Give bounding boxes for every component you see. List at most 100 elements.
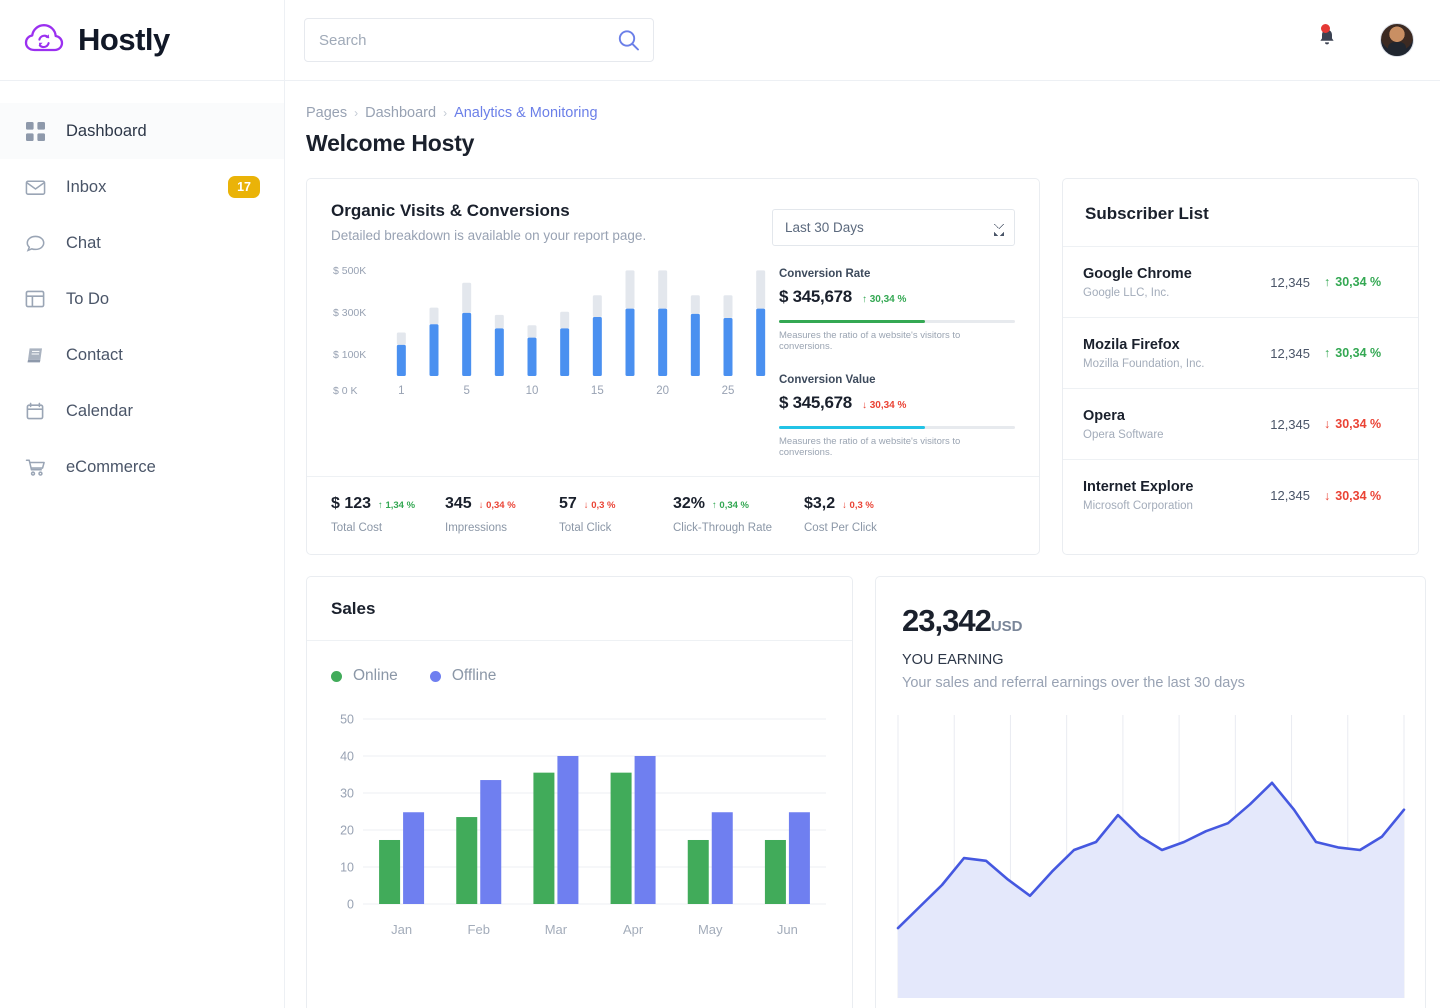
avatar[interactable] <box>1380 23 1414 57</box>
metric-delta: ↓ 30,34 % <box>861 400 907 411</box>
brand-name: Hostly <box>78 22 170 57</box>
arrow-down-icon: ↓ <box>478 500 484 511</box>
x-tick-label: 25 <box>722 385 735 397</box>
bar-segment-remaining <box>756 270 766 309</box>
organic-card-subtitle: Detailed breakdown is available on your … <box>331 228 647 243</box>
breadcrumb-item-dashboard[interactable]: Dashboard <box>365 105 436 121</box>
x-tick-label: 20 <box>656 385 669 397</box>
sidebar-item-inbox[interactable]: Inbox 17 <box>0 159 284 215</box>
bar-segment-remaining <box>560 311 570 329</box>
metric-label: Conversion Rate <box>779 268 871 280</box>
x-tick-label: Jun <box>777 922 798 937</box>
y-tick-label: 10 <box>340 861 354 875</box>
earnings-area-fill <box>898 782 1404 998</box>
conversion-value-metric: Conversion Value $ 345,678 ↓ 30,34 % Mea… <box>779 374 1015 458</box>
breadcrumb-item-current[interactable]: Analytics & Monitoring <box>454 105 597 121</box>
sidebar: Hostly Dashboard Inbox 17 Chat To Do Con… <box>0 0 285 1008</box>
table-row[interactable]: Mozila Firefox Mozilla Foundation, Inc. … <box>1063 318 1418 389</box>
x-tick-label: Apr <box>623 922 644 937</box>
book-icon <box>22 342 48 368</box>
bar-segment-remaining <box>396 332 406 345</box>
bar-offline <box>403 812 425 904</box>
breadcrumb: Pages › Dashboard › Analytics & Monitori… <box>306 105 1419 121</box>
bar-online <box>610 772 632 904</box>
bar-segment-remaining <box>625 270 635 309</box>
x-tick-label: Feb <box>468 922 490 937</box>
sales-header: Sales <box>307 577 852 641</box>
subscriber-org: Google LLC, Inc. <box>1083 286 1170 299</box>
envelope-icon <box>22 174 48 200</box>
metric-progress-fill <box>779 426 926 429</box>
sidebar-item-chat[interactable]: Chat <box>0 215 284 271</box>
subscriber-delta: ↑ 30,34 % <box>1324 275 1382 289</box>
sales-card: Sales Online Offline 0 10 20 30 40 50 Ja… <box>306 576 853 1008</box>
calendar-icon <box>22 398 48 424</box>
subscriber-name: Mozila Firefox <box>1083 336 1180 353</box>
bar-segment-remaining <box>494 314 504 329</box>
stat-delta: ↓ 0,34 % <box>478 500 516 511</box>
stat-top: $3,2 ↓ 0,3 % <box>804 495 918 513</box>
bar-online <box>379 839 401 904</box>
sidebar-item-label: Calendar <box>66 401 133 420</box>
layout-panel-icon <box>22 286 48 312</box>
arrow-up-icon: ↑ <box>1324 275 1331 289</box>
notification-button[interactable] <box>1312 24 1342 55</box>
sidebar-item-contact[interactable]: Contact <box>0 327 284 383</box>
breadcrumb-item-pages[interactable]: Pages <box>306 105 347 121</box>
bar-segment-remaining <box>723 295 733 318</box>
x-tick-label: May <box>698 922 723 937</box>
arrow-up-icon: ↑ <box>712 500 717 511</box>
earnings-amount: 23,342 <box>902 603 992 638</box>
earnings-currency: USD <box>990 618 1023 635</box>
earnings-caption: YOU EARNING <box>902 652 1004 668</box>
table-row[interactable]: Internet Explore Microsoft Corporation 1… <box>1063 460 1418 531</box>
subscriber-count: 12,345 <box>1270 416 1310 432</box>
bar-segment-remaining <box>462 282 472 313</box>
stat-impressions: 345 ↓ 0,34 % Impressions <box>445 495 559 534</box>
chat-bubble-icon <box>22 230 48 256</box>
arrow-down-icon: ↓ <box>861 400 867 411</box>
y-tick-label: 30 <box>340 787 354 801</box>
sidebar-item-label: Inbox <box>66 177 107 196</box>
stat-total-click: 57 ↓ 0,3 % Total Click <box>559 495 673 534</box>
bar-segment-remaining <box>658 270 668 309</box>
search-container[interactable] <box>304 18 654 62</box>
subscriber-header: Subscriber List <box>1063 179 1418 247</box>
bar-segment-conversions <box>625 308 635 376</box>
legend-label: Offline <box>451 667 497 684</box>
bar-segment-conversions <box>592 316 602 376</box>
table-row[interactable]: Opera Opera Software 12,345 ↓ 30,34 % <box>1063 389 1418 460</box>
shopping-cart-icon <box>22 454 48 480</box>
subscriber-count: 12,345 <box>1270 274 1310 290</box>
bar-online <box>687 839 709 904</box>
app-root: Hostly Dashboard Inbox 17 Chat To Do Con… <box>0 0 1440 1008</box>
earnings-area-chart <box>876 691 1425 1008</box>
sales-chart-svg: 0 10 20 30 40 50 Jan Feb Mar Apr May Jun <box>340 713 826 937</box>
main-area: Pages › Dashboard › Analytics & Monitori… <box>285 0 1440 1008</box>
date-range-select[interactable]: Last 30 Days Last 7 Days Last 90 Days La… <box>772 209 1015 246</box>
page-title: Welcome Hosty <box>306 130 475 156</box>
topbar <box>285 0 1440 81</box>
table-row[interactable]: Google Chrome Google LLC, Inc. 12,345 ↑ 3… <box>1063 247 1418 318</box>
sidebar-item-dashboard[interactable]: Dashboard <box>0 103 284 159</box>
y-tick-0k: $ 0 K <box>333 385 358 397</box>
earnings-card: 23,342USD YOU EARNING Your sales and ref… <box>875 576 1426 1008</box>
sidebar-item-todo[interactable]: To Do <box>0 271 284 327</box>
search-icon[interactable] <box>617 29 640 52</box>
search-input[interactable] <box>305 19 653 61</box>
sales-bar-chart: 0 10 20 30 40 50 Jan Feb Mar Apr May Jun <box>307 685 852 964</box>
organic-bars-svg: $ 500K $ 300K $ 100K $ 0 K 1 5 10 15 20 25 <box>333 265 766 397</box>
bar-segment-conversions <box>527 337 537 376</box>
bar-offline <box>634 756 656 904</box>
legend-item-offline[interactable]: Offline <box>429 667 497 685</box>
stat-value: 57 <box>559 495 577 512</box>
breadcrumb-separator: › <box>354 106 359 120</box>
sidebar-item-calendar[interactable]: Calendar <box>0 383 284 439</box>
sidebar-item-ecommerce[interactable]: eCommerce <box>0 439 284 495</box>
brand[interactable]: Hostly <box>0 0 284 81</box>
bar-segment-conversions <box>462 312 472 376</box>
metric-note: Measures the ratio of a website's visito… <box>779 330 961 352</box>
y-tick-label: 40 <box>340 750 354 764</box>
bar-segment-conversions <box>723 318 733 376</box>
legend-item-online[interactable]: Online <box>331 667 398 685</box>
